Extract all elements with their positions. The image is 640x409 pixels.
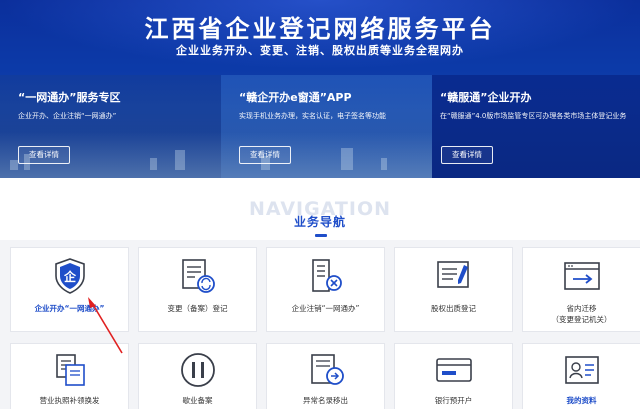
card-label: 歇业备案 [182,396,213,405]
panel-desc: 在“赣服通”4.0版市场监管专区可办理各类市场主体登记业务 [440,112,627,120]
page-subtitle: 企业业务开办、变更、注销、股权出质等业务全程网办 [176,44,464,57]
view-details-button[interactable]: 查看详情 [239,146,291,164]
document-refresh-icon [182,259,215,293]
panel-one-stop-service: “一网通办”服务专区 企业开办、企业注销“一网通办” 查看详情 [0,75,221,178]
profile-card-icon [565,356,599,384]
card-province-migration[interactable]: 省内迁移 （变更登记机关） [522,247,640,332]
building-cancel-icon [312,259,342,292]
list-arrow-icon [311,354,344,385]
license-copy-icon [56,354,85,386]
panel-title: “赣服通”企业开办 [440,91,532,104]
panel-desc: 实现手机业务办理，实名认证，电子签名等功能 [239,112,386,120]
card-label: 股权出质登记 [431,304,476,313]
card-label: 企业注销“一网通办” [291,304,360,313]
card-equity-pledge[interactable]: 股权出质登记 [394,247,513,332]
card-label: 省内迁移 （变更登记机关） [523,303,640,325]
card-my-materials[interactable]: 我的资料 [522,343,640,409]
card-label-main: 省内迁移 [566,304,597,313]
section-title-underline [315,234,327,237]
bank-card-icon [436,358,472,382]
card-label: 我的资料 [566,396,597,405]
shield-qi-icon: 企 [55,258,85,294]
panel-title: “一网通办”服务专区 [18,91,121,104]
panel-app: “赣企开办e窗通”APP 实现手机业务办理，实名认证，电子签名等功能 查看详情 [221,75,432,178]
certificate-pen-icon [437,261,469,288]
card-change-registration[interactable]: 变更（备案）登记 [138,247,257,332]
hero-banner: 江西省企业登记网络服务平台 企业业务开办、变更、注销、股权出质等业务全程网办 “… [0,0,640,178]
page-title: 江西省企业登记网络服务平台 [144,15,496,43]
card-bank-account[interactable]: 银行预开户 [394,343,513,409]
card-enterprise-setup[interactable]: 企 企业开办“一网通办” [10,247,129,332]
card-label: 银行预开户 [434,396,473,405]
card-enterprise-cancellation[interactable]: 企业注销“一网通办” [266,247,385,332]
section-title: 业务导航 [293,215,346,229]
card-label: 异常名录移出 [303,396,348,405]
view-details-button[interactable]: 查看详情 [18,146,70,164]
window-arrow-icon [564,262,600,290]
svg-text:企: 企 [63,269,77,284]
view-details-button[interactable]: 查看详情 [441,146,493,164]
card-label-sub: （变更登记机关） [551,315,612,324]
panel-title: “赣企开办e窗通”APP [239,91,352,104]
pause-icon [181,353,215,387]
card-suspension-filing[interactable]: 歇业备案 [138,343,257,409]
card-label: 营业执照补领换发 [39,396,100,405]
panel-ganfutong: “赣服通”企业开办 在“赣服通”4.0版市场监管专区可办理各类市场主体登记业务 … [432,75,640,178]
card-label: 企业开办“一网通办” [34,304,105,313]
card-label: 变更（备案）登记 [167,304,228,313]
card-abnormal-list-removal[interactable]: 异常名录移出 [266,343,385,409]
panel-desc: 企业开办、企业注销“一网通办” [18,112,117,120]
card-license-reissue[interactable]: 营业执照补领换发 [10,343,129,409]
